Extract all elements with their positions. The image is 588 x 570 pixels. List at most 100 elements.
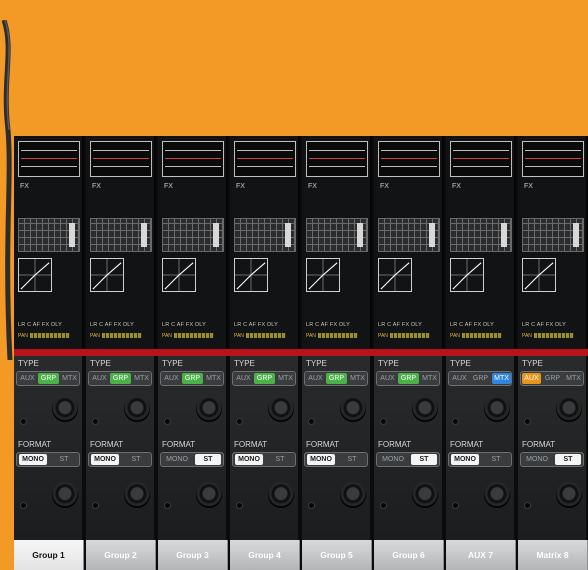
type-mtx-option[interactable]: MTX: [564, 373, 583, 384]
pan-meter[interactable]: PAN: [450, 333, 502, 339]
type-knob[interactable]: [556, 396, 582, 422]
gate-curve-icon[interactable]: [90, 258, 124, 292]
format-mono-option[interactable]: MONO: [523, 454, 551, 465]
format-knob[interactable]: [556, 482, 582, 508]
gate-curve-icon[interactable]: [450, 258, 484, 292]
eq-preview[interactable]: [450, 141, 512, 177]
type-mtx-option[interactable]: MTX: [348, 373, 367, 384]
format-st-option[interactable]: ST: [483, 454, 509, 465]
format-knob[interactable]: [124, 482, 150, 508]
type-selector[interactable]: AUX GRP MTX: [520, 371, 584, 386]
format-mono-option[interactable]: MONO: [235, 454, 263, 465]
pan-meter[interactable]: PAN: [306, 333, 358, 339]
format-knob[interactable]: [340, 482, 366, 508]
eq-preview[interactable]: [306, 141, 368, 177]
eq-preview[interactable]: [90, 141, 152, 177]
type-grp-option[interactable]: GRP: [254, 373, 275, 384]
pan-meter[interactable]: PAN: [18, 333, 70, 339]
type-knob[interactable]: [196, 396, 222, 422]
eq-preview[interactable]: [18, 141, 80, 177]
format-mono-option[interactable]: MONO: [307, 454, 335, 465]
format-mono-option[interactable]: MONO: [379, 454, 407, 465]
type-grp-option[interactable]: GRP: [470, 373, 491, 384]
format-st-option[interactable]: ST: [411, 454, 437, 465]
type-knob[interactable]: [484, 396, 510, 422]
dynamics-graph[interactable]: [306, 218, 368, 252]
format-mono-option[interactable]: MONO: [451, 454, 479, 465]
format-selector[interactable]: MONO ST: [520, 452, 584, 467]
type-knob[interactable]: [412, 396, 438, 422]
gate-curve-icon[interactable]: [234, 258, 268, 292]
type-grp-option[interactable]: GRP: [398, 373, 419, 384]
format-selector[interactable]: MONO ST: [232, 452, 296, 467]
dynamics-graph[interactable]: [162, 218, 224, 252]
type-aux-option[interactable]: AUX: [378, 373, 397, 384]
eq-preview[interactable]: [162, 141, 224, 177]
gate-curve-icon[interactable]: [522, 258, 556, 292]
type-grp-option[interactable]: GRP: [38, 373, 59, 384]
type-knob[interactable]: [52, 396, 78, 422]
format-selector[interactable]: MONO ST: [448, 452, 512, 467]
channel-tab[interactable]: Matrix 8: [518, 540, 588, 570]
format-selector[interactable]: MONO ST: [16, 452, 80, 467]
type-mtx-option[interactable]: MTX: [60, 373, 79, 384]
type-aux-option[interactable]: AUX: [306, 373, 325, 384]
type-mtx-option[interactable]: MTX: [132, 373, 151, 384]
format-knob[interactable]: [484, 482, 510, 508]
type-selector[interactable]: AUX GRP MTX: [448, 371, 512, 386]
type-knob[interactable]: [268, 396, 294, 422]
eq-preview[interactable]: [234, 141, 296, 177]
format-st-option[interactable]: ST: [51, 454, 77, 465]
channel-tab[interactable]: Group 4: [230, 540, 300, 570]
type-mtx-option[interactable]: MTX: [204, 373, 223, 384]
pan-meter[interactable]: PAN: [162, 333, 214, 339]
type-aux-option[interactable]: AUX: [90, 373, 109, 384]
type-mtx-option[interactable]: MTX: [492, 373, 511, 384]
dynamics-graph[interactable]: [18, 218, 80, 252]
dynamics-graph[interactable]: [378, 218, 440, 252]
format-selector[interactable]: MONO ST: [376, 452, 440, 467]
format-st-option[interactable]: ST: [123, 454, 149, 465]
type-grp-option[interactable]: GRP: [110, 373, 131, 384]
pan-meter[interactable]: PAN: [378, 333, 430, 339]
format-mono-option[interactable]: MONO: [163, 454, 191, 465]
type-grp-option[interactable]: GRP: [182, 373, 203, 384]
channel-tab[interactable]: Group 6: [374, 540, 444, 570]
gate-curve-icon[interactable]: [162, 258, 196, 292]
dynamics-graph[interactable]: [522, 218, 584, 252]
dynamics-graph[interactable]: [90, 218, 152, 252]
type-selector[interactable]: AUX GRP MTX: [232, 371, 296, 386]
type-selector[interactable]: AUX GRP MTX: [376, 371, 440, 386]
type-selector[interactable]: AUX GRP MTX: [88, 371, 152, 386]
gate-curve-icon[interactable]: [306, 258, 340, 292]
type-aux-option[interactable]: AUX: [234, 373, 253, 384]
type-mtx-option[interactable]: MTX: [420, 373, 439, 384]
pan-meter[interactable]: PAN: [90, 333, 142, 339]
dynamics-graph[interactable]: [450, 218, 512, 252]
format-st-option[interactable]: ST: [195, 454, 221, 465]
eq-preview[interactable]: [522, 141, 584, 177]
type-aux-option[interactable]: AUX: [162, 373, 181, 384]
format-st-option[interactable]: ST: [339, 454, 365, 465]
format-mono-option[interactable]: MONO: [91, 454, 119, 465]
format-selector[interactable]: MONO ST: [160, 452, 224, 467]
type-mtx-option[interactable]: MTX: [276, 373, 295, 384]
format-knob[interactable]: [268, 482, 294, 508]
format-mono-option[interactable]: MONO: [19, 454, 47, 465]
type-selector[interactable]: AUX GRP MTX: [160, 371, 224, 386]
type-aux-option[interactable]: AUX: [18, 373, 37, 384]
channel-tab[interactable]: Group 2: [86, 540, 156, 570]
type-grp-option[interactable]: GRP: [542, 373, 563, 384]
format-knob[interactable]: [412, 482, 438, 508]
channel-tab[interactable]: Group 3: [158, 540, 228, 570]
dynamics-graph[interactable]: [234, 218, 296, 252]
type-grp-option[interactable]: GRP: [326, 373, 347, 384]
type-knob[interactable]: [340, 396, 366, 422]
gate-curve-icon[interactable]: [18, 258, 52, 292]
type-selector[interactable]: AUX GRP MTX: [16, 371, 80, 386]
channel-tab[interactable]: Group 1: [14, 540, 84, 570]
channel-tab[interactable]: AUX 7: [446, 540, 516, 570]
format-st-option[interactable]: ST: [267, 454, 293, 465]
format-selector[interactable]: MONO ST: [304, 452, 368, 467]
gate-curve-icon[interactable]: [378, 258, 412, 292]
